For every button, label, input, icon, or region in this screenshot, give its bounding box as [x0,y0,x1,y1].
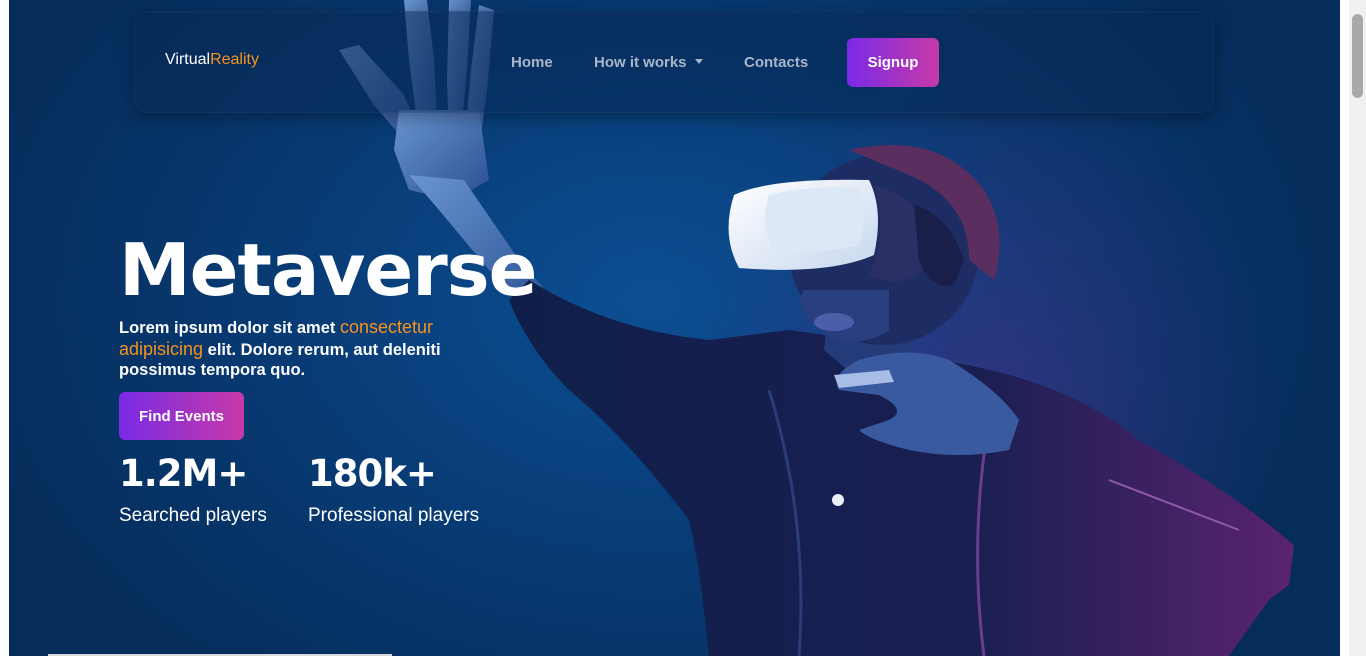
nav-link-how-it-works[interactable]: How it works [594,54,703,71]
brand-accent: Reality [210,51,259,68]
nav-link-home[interactable]: Home [511,54,553,71]
scrollbar-thumb[interactable] [1352,14,1363,98]
nav-link-how-it-works-label: How it works [594,54,687,71]
caret-down-icon [694,59,703,64]
hero-description: Lorem ipsum dolor sit amet consectetur a… [119,317,509,381]
hero-text-before: Lorem ipsum dolor sit amet [119,319,340,337]
vertical-scrollbar[interactable] [1349,0,1366,656]
hero-section: VirtualReality Home How it works Contact… [9,0,1340,656]
nav-link-contacts[interactable]: Contacts [744,54,808,71]
navbar: VirtualReality Home How it works Contact… [134,11,1214,113]
hero-title: Metaverse [119,228,537,312]
brand-logo[interactable]: VirtualReality [165,51,259,69]
stat-value-professional: 180k+ [308,452,437,495]
find-events-button[interactable]: Find Events [119,392,244,440]
stat-value-searched: 1.2M+ [119,452,248,495]
brand-primary: Virtual [165,51,211,68]
signup-button[interactable]: Signup [847,38,939,87]
stat-label-professional: Professional players [308,505,480,526]
stat-label-searched: Searched players [119,505,267,526]
